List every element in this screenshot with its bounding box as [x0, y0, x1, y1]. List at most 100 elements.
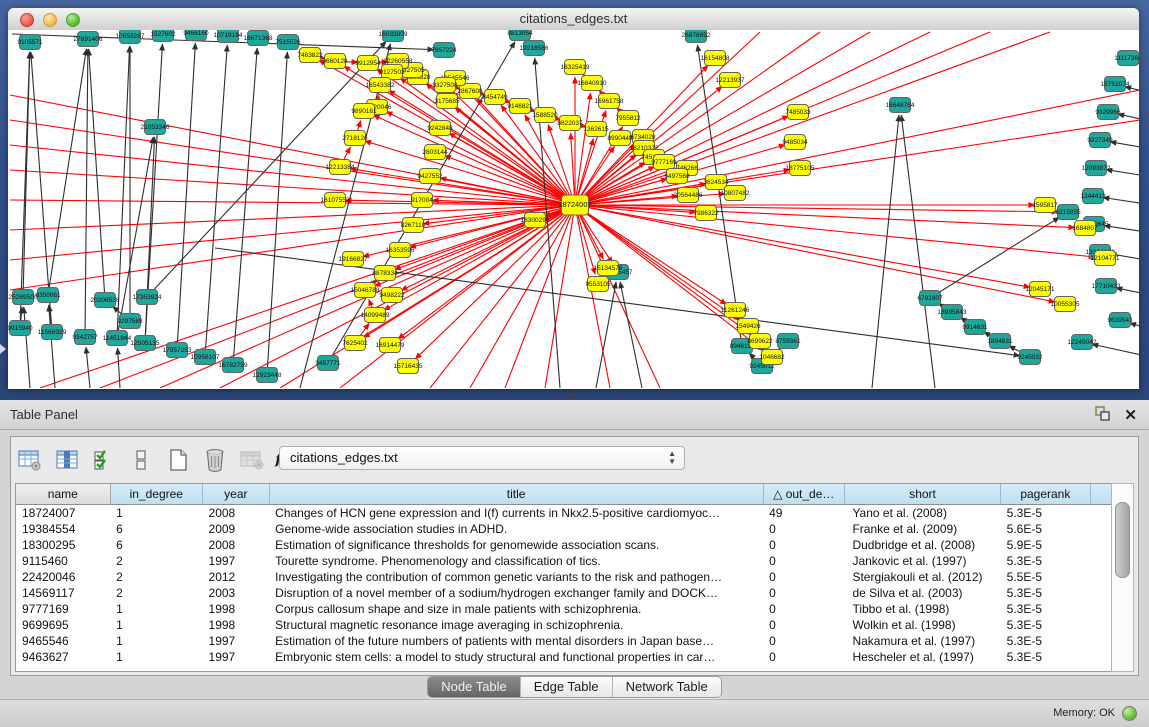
table-cell[interactable]: Tibbo et al. (1998)	[844, 601, 1000, 617]
table-cell[interactable]: 2003	[203, 585, 270, 601]
table-cell[interactable]: 2	[110, 553, 202, 569]
tab-edge-table[interactable]: Edge Table	[520, 677, 612, 697]
table-cell[interactable]: 9699695	[16, 617, 110, 633]
table-cell[interactable]: 5.3E-5	[1001, 553, 1090, 569]
table-cell[interactable]: 5.3E-5	[1001, 633, 1090, 649]
table-cell[interactable]: Wolkin et al. (1998)	[844, 617, 1000, 633]
table-cell[interactable]	[1090, 633, 1112, 649]
table-cell[interactable]: 19384554	[16, 521, 110, 537]
column-header-short[interactable]: short	[844, 484, 1000, 505]
table-row[interactable]: 2242004622012Investigating the contribut…	[16, 569, 1113, 585]
table-cell[interactable]: Tourette syndrome. Phenomenology and cla…	[269, 553, 763, 569]
table-cell[interactable]: 0	[763, 521, 844, 537]
table-cell[interactable]: Franke et al. (2009)	[844, 521, 1000, 537]
table-cell[interactable]: 6	[110, 537, 202, 553]
table-cell[interactable]: 2008	[203, 505, 270, 522]
table-cell[interactable]: Disruption of a novel member of a sodium…	[269, 585, 763, 601]
column-header-title[interactable]: title	[269, 484, 763, 505]
table-cell[interactable]: 1997	[203, 633, 270, 649]
float-panel-icon[interactable]	[1095, 406, 1110, 426]
table-row[interactable]: 1830029562008Estimation of significance …	[16, 537, 1113, 553]
table-cell[interactable]: 1	[110, 505, 202, 522]
table-cell[interactable]	[1090, 585, 1112, 601]
table-cell[interactable]: 0	[763, 585, 844, 601]
table-row[interactable]: 946362711997Embryonic stem cells: a mode…	[16, 649, 1113, 665]
table-cell[interactable]: Dudbridge et al. (2008)	[844, 537, 1000, 553]
table-cell[interactable]	[1090, 553, 1112, 569]
delete-rows-icon[interactable]	[202, 447, 228, 473]
new-document-icon[interactable]	[165, 447, 191, 473]
table-cell[interactable]: 5.3E-5	[1001, 617, 1090, 633]
table-row[interactable]: 1456911722003Disruption of a novel membe…	[16, 585, 1113, 601]
table-cell[interactable]: Nakamura et al. (1997)	[844, 633, 1000, 649]
column-header-spacer[interactable]	[1090, 484, 1112, 505]
table-cell[interactable]: 18300295	[16, 537, 110, 553]
table-cell[interactable]: Estimation of the future numbers of pati…	[269, 633, 763, 649]
tab-node-table[interactable]: Node Table	[428, 677, 520, 697]
table-cell[interactable]: 9465546	[16, 633, 110, 649]
close-panel-icon[interactable]: ✕	[1124, 408, 1137, 424]
table-cell[interactable]: 5.3E-5	[1001, 601, 1090, 617]
table-cell[interactable]: 9777169	[16, 601, 110, 617]
table-cell[interactable]: 5.9E-5	[1001, 537, 1090, 553]
table-scrollbar[interactable]	[1111, 483, 1134, 672]
table-cell[interactable]: 5.3E-5	[1001, 585, 1090, 601]
table-cell[interactable]	[1090, 649, 1112, 665]
table-cell[interactable]: 49	[763, 505, 844, 522]
table-cell[interactable]: 9463627	[16, 649, 110, 665]
row-selector-icon[interactable]	[128, 447, 154, 473]
table-selector-dropdown[interactable]: citations_edges.txt ▲▼	[279, 446, 685, 470]
table-cell[interactable]: 2	[110, 585, 202, 601]
table-cell[interactable]: 0	[763, 601, 844, 617]
show-column-icon[interactable]	[54, 447, 80, 473]
column-header-name[interactable]: name	[16, 484, 110, 505]
table-cell[interactable]: 2012	[203, 569, 270, 585]
table-cell[interactable]: 1	[110, 617, 202, 633]
table-cell[interactable]	[1090, 601, 1112, 617]
table-cell[interactable]: 2	[110, 569, 202, 585]
column-header-pagerank[interactable]: pagerank	[1001, 484, 1090, 505]
table-row[interactable]: 969969511998Structural magnetic resonanc…	[16, 617, 1113, 633]
column-header-year[interactable]: year	[203, 484, 270, 505]
table-cell[interactable]: Jankovic et al. (1997)	[844, 553, 1000, 569]
table-cell[interactable]: Corpus callosum shape and size in male p…	[269, 601, 763, 617]
table-cell[interactable]: 5.3E-5	[1001, 649, 1090, 665]
table-cell[interactable]: 22420046	[16, 569, 110, 585]
window-titlebar[interactable]: citations_edges.txt	[8, 8, 1139, 31]
tab-network-table[interactable]: Network Table	[612, 677, 721, 697]
table-cell[interactable]: Stergiakouli et al. (2012)	[844, 569, 1000, 585]
table-row[interactable]: 1938455462009Genome-wide association stu…	[16, 521, 1113, 537]
table-cell[interactable]: 14569117	[16, 585, 110, 601]
table-row[interactable]: 911546021997Tourette syndrome. Phenomeno…	[16, 553, 1113, 569]
table-cell[interactable]: Investigating the contribution of common…	[269, 569, 763, 585]
table-cell[interactable]	[1090, 569, 1112, 585]
table-cell[interactable]: 0	[763, 553, 844, 569]
table-cell[interactable]: 1998	[203, 617, 270, 633]
network-canvas[interactable]: 9105571276914061065328715276029466160107…	[8, 30, 1139, 388]
table-cell[interactable]	[1090, 521, 1112, 537]
table-cell[interactable]: 2008	[203, 537, 270, 553]
table-row[interactable]: 946554611997Estimation of the future num…	[16, 633, 1113, 649]
table-cell[interactable]: 1997	[203, 553, 270, 569]
table-cell[interactable]: 0	[763, 569, 844, 585]
table-cell[interactable]: 1998	[203, 601, 270, 617]
table-cell[interactable]: 2009	[203, 521, 270, 537]
table-cell[interactable]: 1	[110, 601, 202, 617]
table-cell[interactable]: 5.3E-5	[1001, 505, 1090, 522]
table-cell[interactable]: Changes of HCN gene expression and I(f) …	[269, 505, 763, 522]
table-cell[interactable]: 1	[110, 633, 202, 649]
table-row[interactable]: 1872400712008Changes of HCN gene express…	[16, 505, 1113, 522]
column-header-in_degree[interactable]: in_degree	[110, 484, 202, 505]
table-cell[interactable]: 1997	[203, 649, 270, 665]
column-header-out_de…[interactable]: △ out_de…	[763, 484, 844, 505]
table-cell[interactable]: 1	[110, 649, 202, 665]
table-cell[interactable]: 6	[110, 521, 202, 537]
table-cell[interactable]: Embryonic stem cells: a model to study s…	[269, 649, 763, 665]
table-cell[interactable]	[1090, 537, 1112, 553]
table-cell[interactable]: de Silva et al. (2003)	[844, 585, 1000, 601]
table-cell[interactable]: 9115460	[16, 553, 110, 569]
table-cell[interactable]: 0	[763, 649, 844, 665]
table-cell[interactable]: Structural magnetic resonance image aver…	[269, 617, 763, 633]
table-cell[interactable]: 0	[763, 617, 844, 633]
table-mode-icon[interactable]	[17, 447, 43, 473]
